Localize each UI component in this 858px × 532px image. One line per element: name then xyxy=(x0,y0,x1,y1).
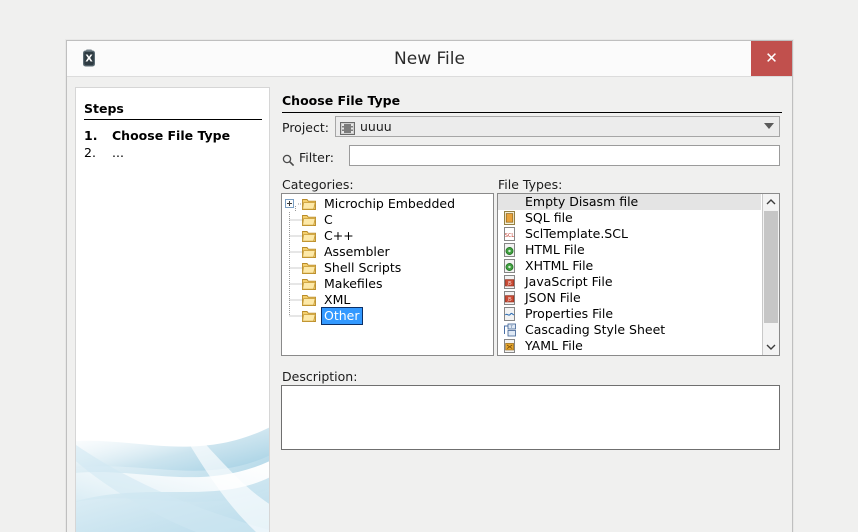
tree-connector xyxy=(289,228,302,244)
js-file-icon: JS xyxy=(503,275,517,289)
file-type-label: Empty Disasm file xyxy=(525,194,639,209)
html-file-icon xyxy=(503,243,517,257)
file-type-row[interactable]: Properties File xyxy=(498,306,761,322)
title-bar: X New File ✕ xyxy=(67,41,792,77)
category-label: Shell Scripts xyxy=(324,260,402,275)
file-type-label: HTML File xyxy=(525,242,585,257)
file-type-row[interactable]: Empty Disasm file xyxy=(498,194,761,210)
file-type-row[interactable]: T Cascading Style Sheet xyxy=(498,322,761,338)
description-label: Description: xyxy=(282,369,358,384)
category-row[interactable]: C++ xyxy=(282,228,493,244)
properties-file-icon xyxy=(503,307,517,321)
xhtml-file-icon xyxy=(503,259,517,273)
category-row[interactable]: Assembler xyxy=(282,244,493,260)
search-icon xyxy=(282,152,295,171)
tree-connector xyxy=(289,244,302,260)
new-file-dialog: X New File ✕ Steps 1. Choose File Type 2… xyxy=(66,40,793,532)
file-type-row[interactable]: SCL SclTemplate.SCL xyxy=(498,226,761,242)
svg-text:SCL: SCL xyxy=(505,233,515,239)
folder-icon xyxy=(302,309,317,323)
category-label: Assembler xyxy=(324,244,390,259)
folder-icon xyxy=(302,229,317,243)
content-pane: Choose File Type Project: uuuu Filter: C… xyxy=(277,87,785,532)
tree-connector xyxy=(289,276,302,292)
tree-connector xyxy=(295,203,302,212)
category-label: Makefiles xyxy=(324,276,383,291)
steps-heading: Steps xyxy=(84,101,262,120)
scroll-down-button[interactable] xyxy=(763,339,779,355)
categories-list[interactable]: Microchip Embedded C C++ Assembler Shell Scr… xyxy=(281,193,494,356)
category-row[interactable]: Other xyxy=(282,307,493,325)
file-types-list[interactable]: Empty Disasm file SQL file SCL SclTemplate.… xyxy=(497,193,780,356)
file-type-label: YAML File xyxy=(525,338,583,353)
file-type-row[interactable]: YAML File xyxy=(498,338,761,354)
step-label: Choose File Type xyxy=(112,128,231,143)
close-button[interactable]: ✕ xyxy=(751,41,792,76)
file-type-row[interactable]: HTML File xyxy=(498,242,761,258)
scroll-up-button[interactable] xyxy=(763,194,779,210)
project-select[interactable]: uuuu xyxy=(335,116,780,137)
file-type-row[interactable]: SQL file xyxy=(498,210,761,226)
category-label: Microchip Embedded xyxy=(324,196,456,211)
category-row[interactable]: XML xyxy=(282,292,493,308)
project-label: Project: xyxy=(282,120,329,135)
css-file-icon: T xyxy=(503,323,517,337)
file-type-label: XHTML File xyxy=(525,258,594,273)
svg-text:JS: JS xyxy=(507,297,512,302)
folder-icon xyxy=(302,293,317,307)
file-type-label: SQL file xyxy=(525,210,573,225)
folder-icon xyxy=(302,213,317,227)
yaml-file-icon xyxy=(503,339,517,353)
filter-input[interactable] xyxy=(349,145,780,166)
step-number: 2. xyxy=(84,145,96,160)
step-number: 1. xyxy=(84,128,98,143)
folder-icon xyxy=(302,197,317,211)
category-row[interactable]: Microchip Embedded xyxy=(282,196,493,212)
dialog-body: Steps 1. Choose File Type 2. ... Choose … xyxy=(67,77,792,532)
file-type-row[interactable]: JS JSON File xyxy=(498,290,761,306)
project-value: uuuu xyxy=(360,119,392,134)
file-types-label: File Types: xyxy=(498,177,563,192)
category-label: Other xyxy=(321,307,363,325)
folder-icon xyxy=(302,277,317,291)
tree-connector xyxy=(289,292,302,308)
filter-label: Filter: xyxy=(299,150,334,165)
chevron-down-icon xyxy=(764,123,774,129)
tree-connector xyxy=(289,260,302,276)
dialog-title: New File xyxy=(394,49,465,69)
section-title: Choose File Type xyxy=(282,93,782,113)
category-row[interactable]: Makefiles xyxy=(282,276,493,292)
scl-file-icon: SCL xyxy=(503,227,517,241)
decorative-swoosh-graphic xyxy=(76,427,269,532)
file-type-row[interactable]: XHTML File xyxy=(498,258,761,274)
sql-file-icon xyxy=(503,211,517,225)
category-label: C++ xyxy=(324,228,354,243)
step-label: ... xyxy=(112,145,124,160)
folder-icon xyxy=(302,261,317,275)
file-type-label: Cascading Style Sheet xyxy=(525,322,666,337)
description-box xyxy=(281,385,780,450)
file-type-row[interactable]: JS JavaScript File xyxy=(498,274,761,290)
category-row[interactable]: Shell Scripts xyxy=(282,260,493,276)
category-label: C xyxy=(324,212,333,227)
category-row[interactable]: C xyxy=(282,212,493,228)
tree-connector xyxy=(289,308,302,317)
scrollbar-thumb[interactable] xyxy=(764,211,778,323)
svg-text:JS: JS xyxy=(507,281,512,286)
file-types-scrollbar[interactable] xyxy=(762,194,779,355)
categories-label: Categories: xyxy=(282,177,354,192)
steps-pane: Steps 1. Choose File Type 2. ... xyxy=(75,87,270,532)
json-file-icon: JS xyxy=(503,291,517,305)
folder-icon xyxy=(302,245,317,259)
project-icon xyxy=(340,120,355,135)
file-type-label: JavaScript File xyxy=(525,274,613,289)
file-type-label: SclTemplate.SCL xyxy=(525,226,628,241)
tree-connector xyxy=(289,212,302,228)
file-type-label: JSON File xyxy=(525,290,581,305)
category-label: XML xyxy=(324,292,351,307)
file-type-label: Properties File xyxy=(525,306,614,321)
screen: X New File ✕ Steps 1. Choose File Type 2… xyxy=(0,0,858,532)
